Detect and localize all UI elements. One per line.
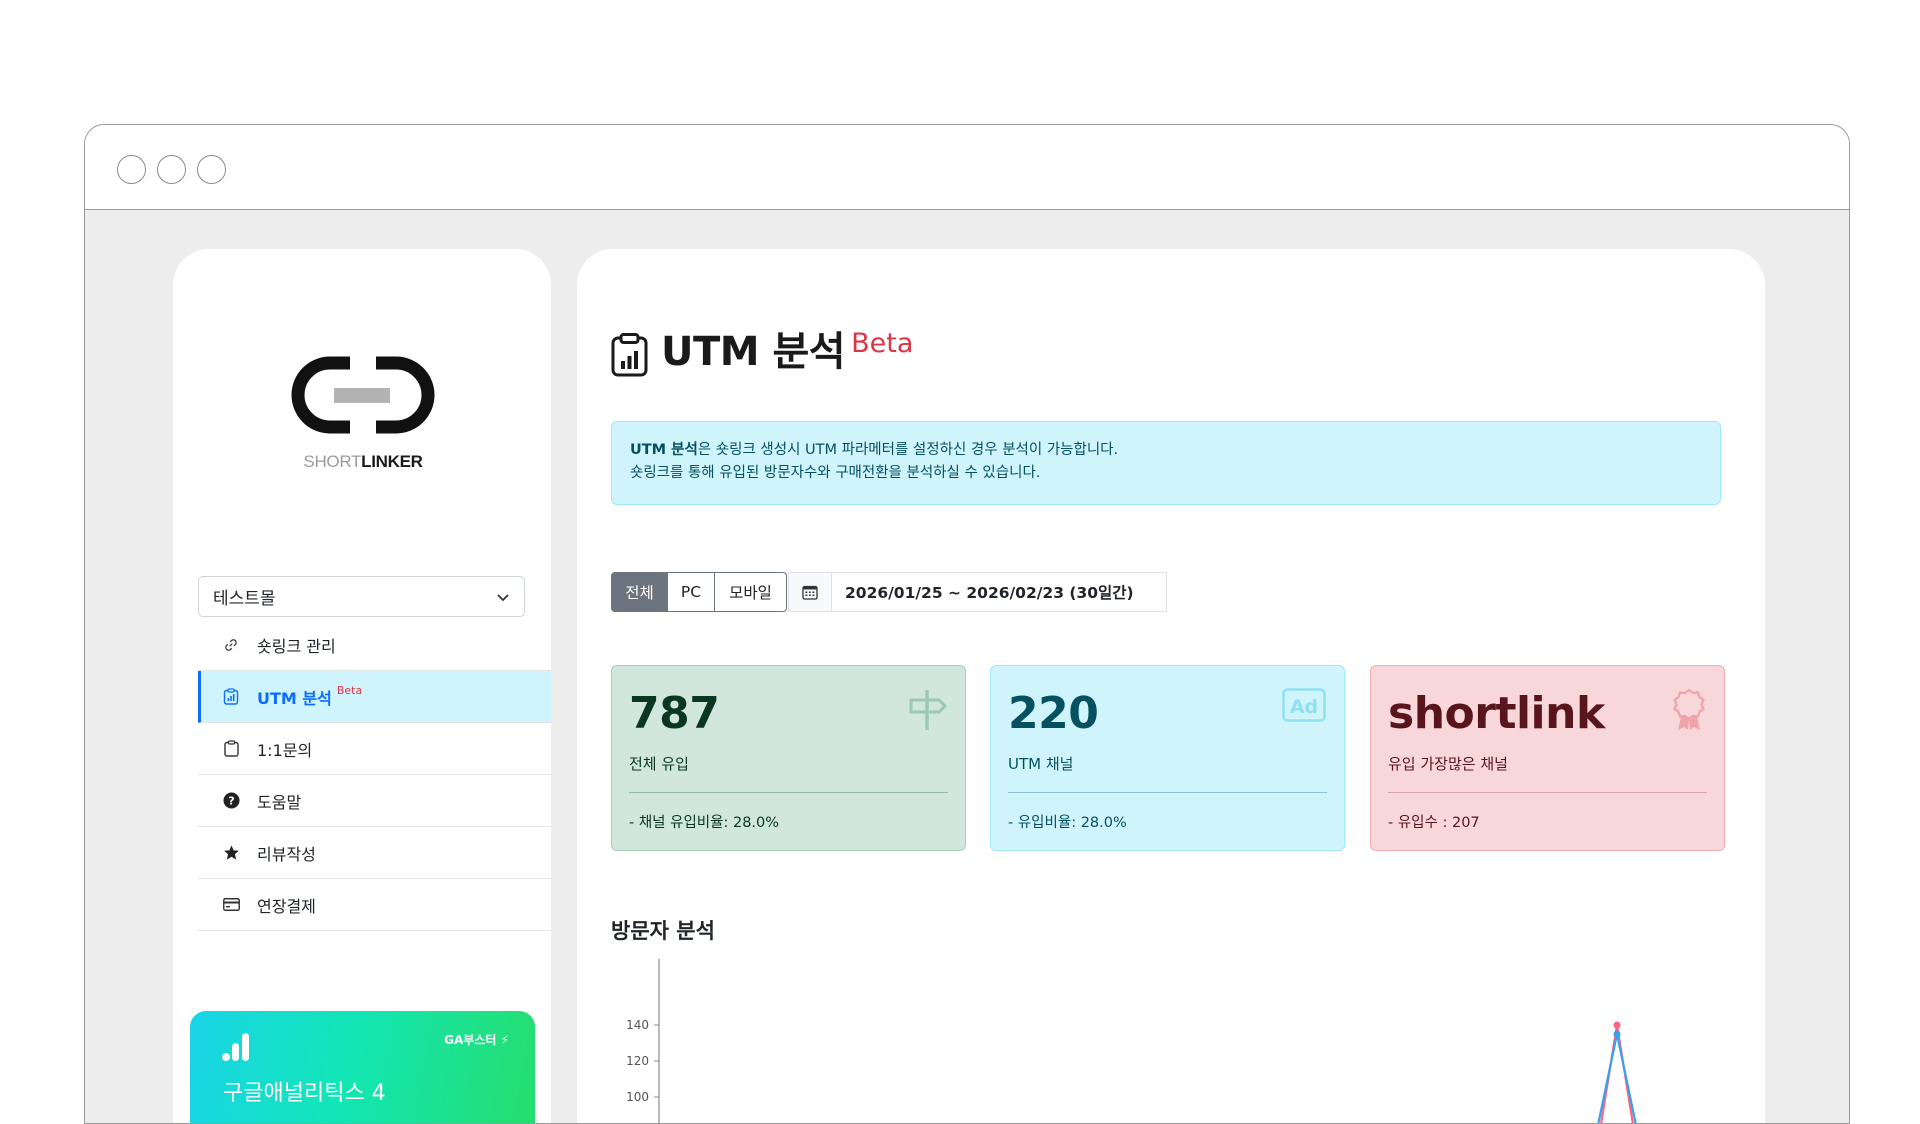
window-minimize-dot[interactable] bbox=[157, 155, 186, 184]
chart-point[interactable] bbox=[1614, 1022, 1621, 1029]
window-close-dot[interactable] bbox=[117, 155, 146, 184]
divider bbox=[1388, 792, 1707, 793]
clipboard-chart-icon bbox=[611, 333, 648, 377]
beta-badge: Beta bbox=[851, 328, 913, 359]
browser-window: SHORTLINKER 테스트몰 숏링크 관리 UTM 분석 Beta bbox=[84, 124, 1850, 1124]
sidebar: SHORTLINKER 테스트몰 숏링크 관리 UTM 분석 Beta bbox=[173, 249, 551, 1124]
chart-y-tick-label: 140 bbox=[626, 1018, 649, 1032]
ga-booster-label: GA부스터 bbox=[444, 1033, 496, 1047]
main-content: UTM 분석 Beta UTM 분석은 숏링크 생성시 UTM 파라메터를 설정… bbox=[577, 249, 1765, 1124]
stat-value: shortlink bbox=[1388, 688, 1707, 740]
signpost-icon bbox=[907, 688, 947, 732]
chart-series-line bbox=[1597, 1025, 1637, 1124]
divider bbox=[629, 792, 948, 793]
stat-footer: - 유입비율: 28.0% bbox=[1008, 811, 1327, 832]
stat-label: UTM 채널 bbox=[1008, 753, 1327, 774]
window-maximize-dot[interactable] bbox=[197, 155, 226, 184]
stat-footer: - 유입수 : 207 bbox=[1388, 811, 1707, 832]
info-line-2: 숏링크를 통해 유입된 방문자수와 구매전환을 분석하실 수 있습니다. bbox=[630, 462, 1702, 485]
sidebar-item-label: UTM 분석 bbox=[257, 685, 332, 709]
filter-bar: 전체 PC 모바일 2026/01/25 ~ 2026/02/23 (30일간) bbox=[611, 572, 1167, 612]
info-line-1: UTM 분석은 숏링크 생성시 UTM 파라메터를 설정하신 경우 분석이 가능… bbox=[630, 439, 1702, 462]
svg-text:Ad: Ad bbox=[1290, 696, 1318, 718]
date-range-value[interactable]: 2026/01/25 ~ 2026/02/23 (30일간) bbox=[832, 581, 1166, 603]
logo-wordmark: SHORTLINKER bbox=[288, 452, 438, 472]
logo-text-linker: LINKER bbox=[361, 452, 422, 471]
chart-point[interactable] bbox=[1614, 1031, 1621, 1038]
ga-promo-card[interactable]: GA부스터 ⚡ 구글애널리틱스 4 bbox=[190, 1011, 535, 1124]
chevron-down-icon bbox=[496, 590, 510, 604]
stat-value: 787 bbox=[629, 688, 948, 740]
page-title: UTM 분석 Beta bbox=[611, 319, 913, 377]
ga-booster-badge: GA부스터 ⚡ bbox=[444, 1031, 509, 1048]
chart-y-tick-label: 100 bbox=[626, 1090, 649, 1104]
info-line-1-bold: UTM 분석 bbox=[630, 442, 698, 458]
sidebar-item-payment[interactable]: 연장결제 bbox=[198, 879, 551, 931]
stat-value: 220 bbox=[1008, 688, 1327, 740]
chart-series bbox=[1593, 1022, 1641, 1124]
lightning-icon: ⚡ bbox=[501, 1033, 509, 1047]
logo[interactable]: SHORTLINKER bbox=[288, 353, 438, 451]
sidebar-item-utm[interactable]: UTM 분석 Beta bbox=[198, 671, 551, 723]
visitor-analysis-title: 방문자 분석 bbox=[611, 915, 715, 945]
shop-select[interactable]: 테스트몰 bbox=[198, 576, 525, 617]
chart-y-tick-label: 120 bbox=[626, 1054, 649, 1068]
beta-badge: Beta bbox=[337, 684, 362, 697]
shop-select-value: 테스트몰 bbox=[213, 584, 276, 609]
segment-pc[interactable]: PC bbox=[668, 572, 715, 612]
sidebar-item-inquiry[interactable]: 1:1문의 bbox=[198, 723, 551, 775]
logo-text-short: SHORT bbox=[303, 452, 361, 471]
visitor-chart: 140 120 100 bbox=[611, 949, 1721, 1124]
sidebar-item-label: 숏링크 관리 bbox=[257, 633, 336, 657]
logo-link-icon bbox=[288, 353, 438, 447]
clipboard-chart-icon bbox=[222, 688, 240, 706]
page-title-text: UTM 분석 bbox=[661, 319, 845, 377]
stat-label: 유입 가장많은 채널 bbox=[1388, 753, 1707, 774]
calendar-icon[interactable] bbox=[789, 573, 832, 611]
star-icon bbox=[222, 844, 240, 862]
chart-y-ticks: 140 120 100 bbox=[626, 1018, 659, 1104]
award-icon bbox=[1672, 688, 1706, 732]
ad-icon: Ad bbox=[1282, 688, 1326, 722]
sidebar-item-review[interactable]: 리뷰작성 bbox=[198, 827, 551, 879]
segment-all[interactable]: 전체 bbox=[611, 572, 668, 612]
credit-card-icon bbox=[222, 896, 240, 914]
segment-mobile[interactable]: 모바일 bbox=[715, 572, 787, 612]
clipboard-icon bbox=[222, 740, 240, 758]
question-circle-icon: ? bbox=[222, 792, 240, 810]
stat-footer: - 채널 유입비율: 28.0% bbox=[629, 811, 948, 832]
info-line-1-rest: 은 숏링크 생성시 UTM 파라메터를 설정하신 경우 분석이 가능합니다. bbox=[698, 442, 1118, 458]
sidebar-item-label: 1:1문의 bbox=[257, 737, 312, 761]
sidebar-item-label: 도움말 bbox=[257, 789, 301, 813]
stat-card-utm: 220 UTM 채널 - 유입비율: 28.0% Ad bbox=[990, 665, 1345, 851]
sidebar-item-shortlink[interactable]: 숏링크 관리 bbox=[198, 619, 551, 671]
sidebar-nav: 숏링크 관리 UTM 분석 Beta 1:1문의 ? 도움말 bbox=[198, 619, 551, 931]
stat-card-total: 787 전체 유입 - 채널 유입비율: 28.0% bbox=[611, 665, 966, 851]
svg-text:?: ? bbox=[228, 795, 234, 808]
stat-label: 전체 유입 bbox=[629, 753, 948, 774]
link-icon bbox=[222, 636, 240, 654]
date-range-picker[interactable]: 2026/01/25 ~ 2026/02/23 (30일간) bbox=[788, 572, 1167, 612]
divider bbox=[1008, 792, 1327, 793]
info-alert: UTM 분석은 숏링크 생성시 UTM 파라메터를 설정하신 경우 분석이 가능… bbox=[611, 421, 1721, 505]
chart-series-line bbox=[1593, 1034, 1641, 1124]
sidebar-item-label: 리뷰작성 bbox=[257, 841, 316, 865]
stat-card-top-channel: shortlink 유입 가장많은 채널 - 유입수 : 207 bbox=[1370, 665, 1725, 851]
sidebar-item-help[interactable]: ? 도움말 bbox=[198, 775, 551, 827]
analytics-bars-icon bbox=[220, 1031, 252, 1063]
browser-titlebar bbox=[85, 125, 1849, 210]
sidebar-item-label: 연장결제 bbox=[257, 893, 316, 917]
